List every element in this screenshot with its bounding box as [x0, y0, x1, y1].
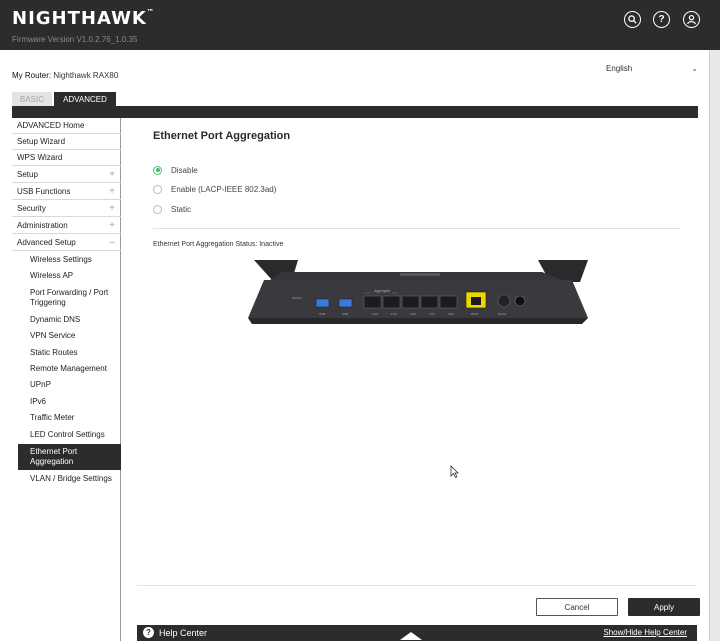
lan-port-label: LAN [448, 312, 454, 316]
sidebar-sub-ethernet-port-aggregation[interactable]: Ethernet Port Aggregation [18, 444, 121, 470]
radio-button[interactable] [153, 204, 162, 214]
tab-underline-bar [12, 106, 698, 118]
aggregate-label: Aggregate [374, 289, 390, 293]
expand-icon: + [109, 185, 115, 197]
apply-button[interactable]: Apply [628, 598, 700, 616]
sidebar-sub-upnp[interactable]: UPnP [12, 378, 121, 392]
radio-button[interactable] [153, 184, 162, 194]
sidebar-item-advanced-setup[interactable]: Advanced Setup – [12, 234, 121, 251]
sidebar-sub-wireless-settings[interactable]: Wireless Settings [12, 253, 121, 267]
lan-port-label: LAN [391, 312, 397, 316]
radio-disable[interactable]: Disable [153, 164, 198, 176]
sidebar-item-setup[interactable]: Setup + [12, 166, 121, 183]
collapse-icon: – [109, 236, 115, 248]
lan-port-label: LAN [429, 312, 435, 316]
usb-port-label: USB [342, 312, 348, 316]
sidebar-item-usb-functions[interactable]: USB Functions + [12, 183, 121, 200]
sidebar-sub-dynamic-dns[interactable]: Dynamic DNS [12, 313, 121, 327]
mouse-cursor-icon [450, 465, 459, 481]
page-scrollbar[interactable] [709, 50, 720, 641]
top-header: NIGHTHAWK™ Firmware Version V1.0.2.76_1.… [0, 0, 720, 50]
firmware-version: Firmware Version V1.0.2.76_1.0.35 [12, 35, 138, 44]
usb-port-label: USB [319, 312, 325, 316]
radio-button[interactable] [153, 165, 162, 175]
chevron-down-icon: ⌄ [691, 64, 698, 73]
section-divider [153, 228, 680, 229]
expand-icon: + [109, 219, 115, 231]
sidebar-sub-wireless-ap[interactable]: Wireless AP [12, 269, 121, 283]
help-center-bar: ? Help Center Show/Hide Help Center [137, 625, 697, 641]
sidebar-sub-vlan-bridge[interactable]: VLAN / Bridge Settings [12, 472, 121, 486]
sidebar: ADVANCED Home Setup Wizard WPS Wizard Se… [12, 118, 121, 641]
sidebar-sub-led-control[interactable]: LED Control Settings [12, 428, 121, 442]
sidebar-sub-remote-management[interactable]: Remote Management [12, 362, 121, 376]
lan-port-label: LAN [410, 312, 416, 316]
expand-help-arrow-icon[interactable] [400, 632, 422, 640]
power-label: Power [498, 312, 507, 316]
expand-icon: + [109, 202, 115, 214]
sidebar-item-setup-wizard[interactable]: Setup Wizard [12, 134, 121, 150]
aggregation-status: Ethernet Port Aggregation Status: Inacti… [153, 241, 284, 248]
sidebar-item-security[interactable]: Security + [12, 200, 121, 217]
router-name: My Router: Nighthawk RAX80 [12, 71, 119, 80]
sidebar-item-administration[interactable]: Administration + [12, 217, 121, 234]
page-title: Ethernet Port Aggregation [153, 130, 291, 142]
lan-port-label: LAN [372, 312, 378, 316]
help-center-icon: ? [143, 627, 154, 638]
search-icon[interactable] [624, 11, 641, 28]
nighthawk-logo: NIGHTHAWK™ [12, 8, 155, 29]
show-hide-help-link[interactable]: Show/Hide Help Center [603, 628, 687, 637]
sidebar-sub-static-routes[interactable]: Static Routes [12, 346, 121, 360]
sidebar-sub-vpn-service[interactable]: VPN Service [12, 329, 121, 343]
footer-divider [137, 585, 697, 586]
help-center-label: Help Center [159, 628, 208, 638]
user-icon[interactable] [683, 11, 700, 28]
internet-port-label: WAN [471, 312, 478, 316]
sidebar-item-advanced-home[interactable]: ADVANCED Home [12, 118, 121, 134]
sidebar-item-wps-wizard[interactable]: WPS Wizard [12, 150, 121, 166]
sidebar-sub-ipv6[interactable]: IPv6 [12, 395, 121, 409]
radio-static[interactable]: Static [153, 203, 191, 215]
sidebar-sub-port-forwarding[interactable]: Port Forwarding / Port Triggering [12, 286, 121, 310]
sidebar-sub-traffic-meter[interactable]: Traffic Meter [12, 411, 121, 425]
language-select[interactable]: English ⌄ [606, 64, 702, 78]
help-icon[interactable]: ? [653, 11, 670, 28]
expand-icon: + [109, 168, 115, 180]
radio-enable-lacp[interactable]: Enable (LACP-IEEE 802.3ad) [153, 183, 276, 195]
svg-text:RESET: RESET [292, 296, 302, 300]
tab-advanced[interactable]: ADVANCED [54, 92, 116, 106]
tab-basic[interactable]: BASIC [12, 92, 52, 106]
router-back-panel-image: RESET USB USB Aggregate LAN LAN LAN LAN … [242, 258, 590, 328]
cancel-button[interactable]: Cancel [536, 598, 618, 616]
